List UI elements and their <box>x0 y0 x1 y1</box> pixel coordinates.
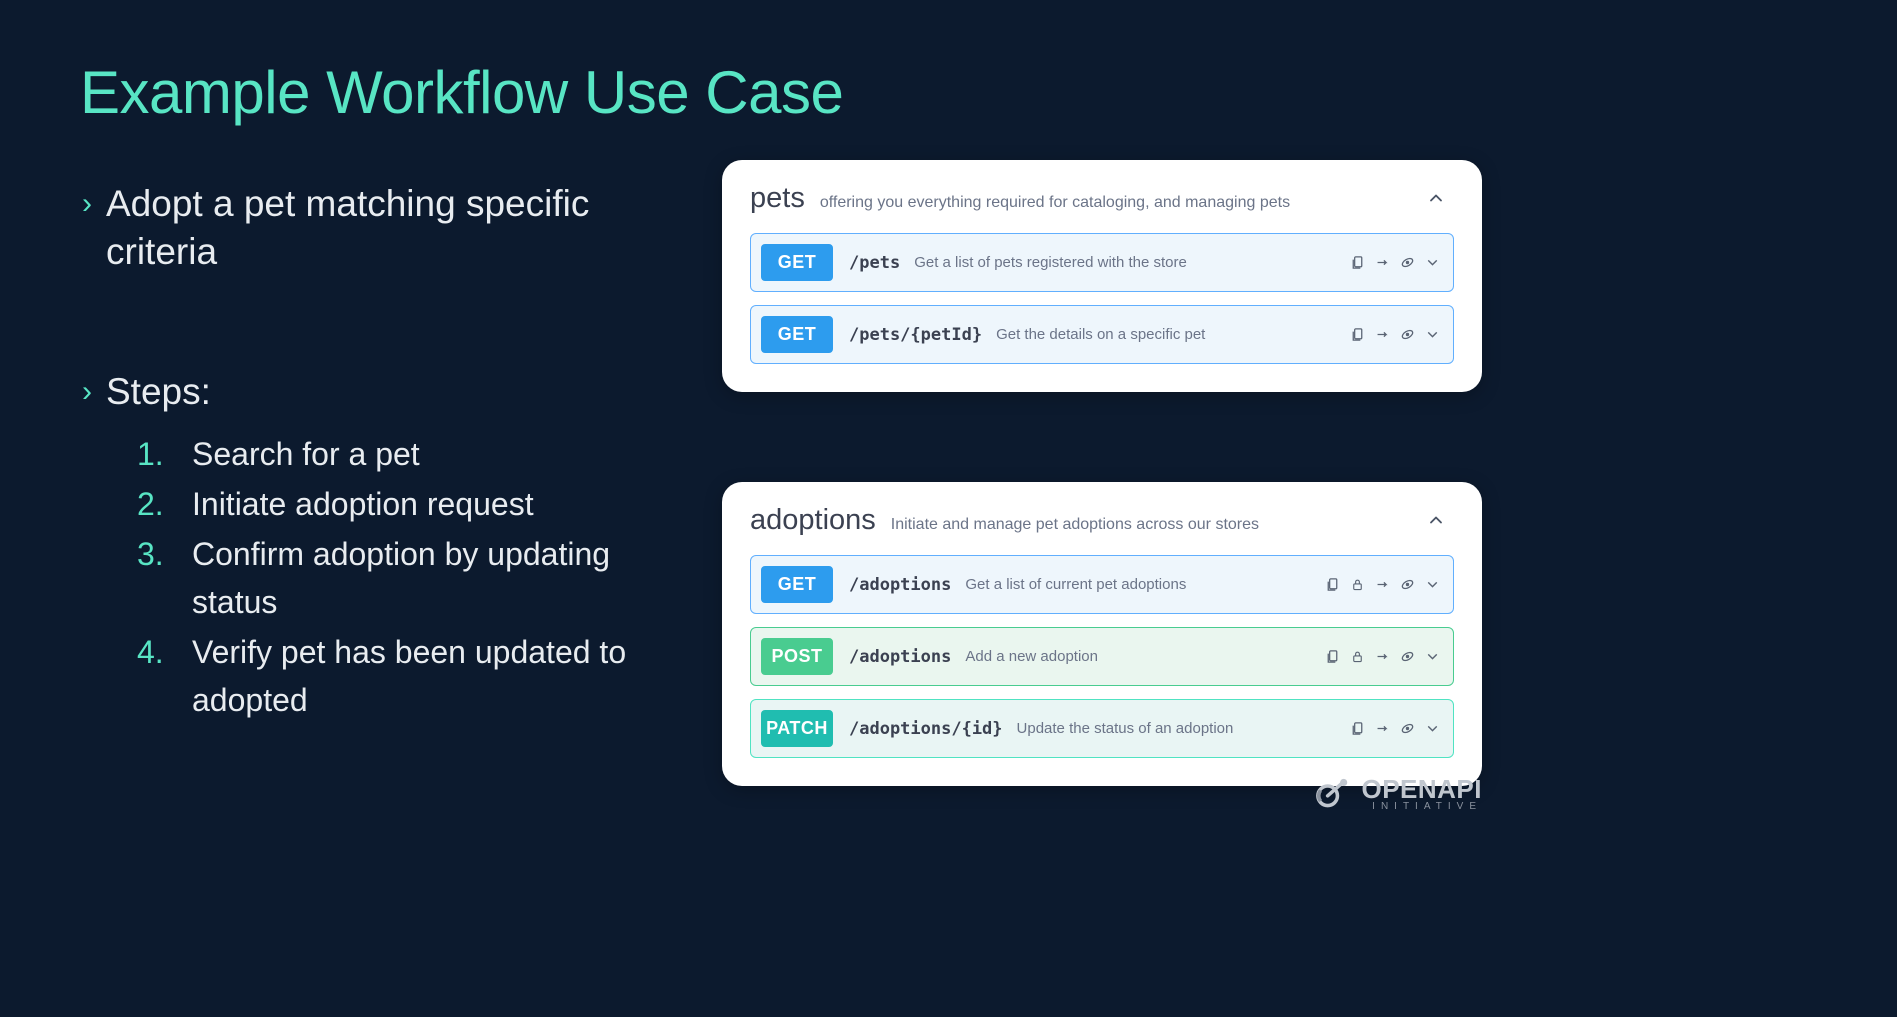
method-badge: GET <box>761 316 833 353</box>
link-icon[interactable] <box>1399 720 1416 737</box>
bullet-marker-icon: › <box>82 180 92 276</box>
panel-tag-name: pets <box>750 182 805 215</box>
endpoint-desc: Add a new adoption <box>965 648 1098 665</box>
clipboard-icon[interactable] <box>1349 720 1366 737</box>
step-item: Search for a pet <box>192 430 682 478</box>
link-icon[interactable] <box>1399 326 1416 343</box>
newline-icon[interactable] <box>1374 326 1391 343</box>
logo-sub-text: INITIATIVE <box>1361 802 1482 812</box>
chevron-down-icon[interactable] <box>1424 254 1441 271</box>
step-item: Initiate adoption request <box>192 480 682 528</box>
endpoint-path: /adoptions/{id} <box>849 719 1003 739</box>
step-item: Confirm adoption by updating status <box>192 530 682 626</box>
endpoint-desc: Update the status of an adoption <box>1017 720 1234 737</box>
bullet-intro: › Adopt a pet matching specific criteria <box>82 180 682 276</box>
endpoint-desc: Get the details on a specific pet <box>996 326 1205 343</box>
endpoint-row[interactable]: POST /adoptions Add a new adoption <box>750 627 1454 686</box>
newline-icon[interactable] <box>1374 576 1391 593</box>
clipboard-icon[interactable] <box>1324 648 1341 665</box>
endpoint-row[interactable]: PATCH /adoptions/{id} Update the status … <box>750 699 1454 758</box>
endpoint-path: /pets/{petId} <box>849 325 982 345</box>
method-badge: GET <box>761 244 833 281</box>
method-badge: PATCH <box>761 710 833 747</box>
endpoint-desc: Get a list of pets registered with the s… <box>914 254 1187 271</box>
panel-header[interactable]: adoptions Initiate and manage pet adopti… <box>750 504 1454 537</box>
slide-body: › Adopt a pet matching specific criteria… <box>82 180 682 726</box>
api-panel-pets: pets offering you everything required fo… <box>722 160 1482 392</box>
endpoint-actions <box>1349 326 1441 343</box>
endpoint-desc: Get a list of current pet adoptions <box>965 576 1186 593</box>
panel-tag-desc: offering you everything required for cat… <box>820 194 1290 212</box>
logo-main-text: OPENAPI <box>1361 776 1482 802</box>
lock-icon[interactable] <box>1349 648 1366 665</box>
endpoint-actions <box>1324 648 1441 665</box>
endpoint-actions <box>1349 254 1441 271</box>
method-badge: GET <box>761 566 833 603</box>
clipboard-icon[interactable] <box>1349 254 1366 271</box>
clipboard-icon[interactable] <box>1349 326 1366 343</box>
chevron-down-icon[interactable] <box>1424 648 1441 665</box>
chevron-up-icon[interactable] <box>1426 510 1446 535</box>
steps-list: Search for a pet Initiate adoption reque… <box>82 430 682 724</box>
endpoint-actions <box>1324 576 1441 593</box>
bullet-steps-heading: › Steps: <box>82 368 682 416</box>
link-icon[interactable] <box>1399 576 1416 593</box>
openapi-logo: OPENAPI INITIATIVE <box>1315 776 1482 812</box>
endpoint-row[interactable]: GET /adoptions Get a list of current pet… <box>750 555 1454 614</box>
method-badge: POST <box>761 638 833 675</box>
step-item: Verify pet has been updated to adopted <box>192 628 682 724</box>
link-icon[interactable] <box>1399 254 1416 271</box>
link-icon[interactable] <box>1399 648 1416 665</box>
chevron-down-icon[interactable] <box>1424 576 1441 593</box>
endpoint-path: /adoptions <box>849 575 951 595</box>
newline-icon[interactable] <box>1374 720 1391 737</box>
api-panel-adoptions: adoptions Initiate and manage pet adopti… <box>722 482 1482 786</box>
chevron-down-icon[interactable] <box>1424 720 1441 737</box>
panel-tag-desc: Initiate and manage pet adoptions across… <box>891 516 1259 534</box>
endpoint-path: /pets <box>849 253 900 273</box>
chevron-up-icon[interactable] <box>1426 188 1446 213</box>
intro-text: Adopt a pet matching specific criteria <box>106 180 682 276</box>
openapi-logo-icon <box>1315 778 1351 810</box>
newline-icon[interactable] <box>1374 648 1391 665</box>
steps-heading-text: Steps: <box>106 368 682 416</box>
slide-title: Example Workflow Use Case <box>80 58 843 127</box>
panel-header[interactable]: pets offering you everything required fo… <box>750 182 1454 215</box>
endpoint-row[interactable]: GET /pets Get a list of pets registered … <box>750 233 1454 292</box>
panel-tag-name: adoptions <box>750 504 876 537</box>
clipboard-icon[interactable] <box>1324 576 1341 593</box>
endpoint-path: /adoptions <box>849 647 951 667</box>
newline-icon[interactable] <box>1374 254 1391 271</box>
endpoint-row[interactable]: GET /pets/{petId} Get the details on a s… <box>750 305 1454 364</box>
api-panels-container: pets offering you everything required fo… <box>722 160 1482 786</box>
endpoint-actions <box>1349 720 1441 737</box>
chevron-down-icon[interactable] <box>1424 326 1441 343</box>
lock-icon[interactable] <box>1349 576 1366 593</box>
bullet-marker-icon: › <box>82 368 92 416</box>
